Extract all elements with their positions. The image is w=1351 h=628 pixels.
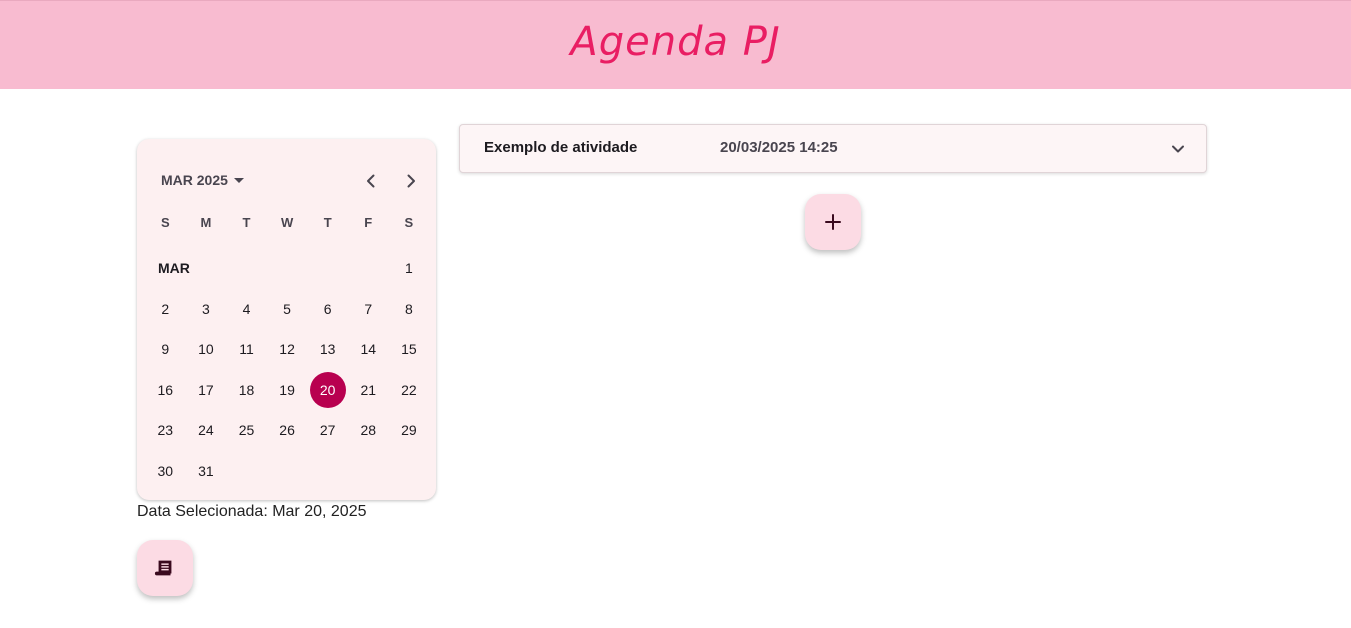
calendar-day-number: 28 bbox=[360, 422, 377, 439]
calendar-day-number: 5 bbox=[283, 300, 291, 317]
calendar-day-number: 31 bbox=[198, 462, 214, 479]
calendar-day-number: 26 bbox=[279, 422, 295, 439]
calendar-day-number: 29 bbox=[401, 422, 417, 439]
calendar-day-number: 16 bbox=[157, 381, 174, 398]
calendar-day-number: 11 bbox=[239, 341, 254, 358]
month-label: MAR bbox=[158, 260, 190, 277]
month-year-select[interactable]: MAR 2025 bbox=[161, 172, 244, 188]
previous-month-button[interactable] bbox=[357, 167, 385, 195]
calendar-day[interactable]: 21 bbox=[348, 370, 389, 411]
caret-down-icon bbox=[233, 177, 244, 183]
calendar-day-number: 12 bbox=[279, 341, 295, 358]
calendar-day-number: 2 bbox=[161, 300, 170, 317]
calendar-day-number: 21 bbox=[360, 381, 377, 398]
calendar-day-number: 1 bbox=[404, 260, 413, 277]
calendar-day[interactable]: 6 bbox=[307, 289, 348, 330]
calendar-day-number: 3 bbox=[201, 300, 210, 317]
calendar-day[interactable]: 12 bbox=[267, 329, 308, 370]
calendar-day-number: 27 bbox=[319, 422, 336, 439]
weekday-label: S bbox=[404, 215, 414, 230]
app-title: Agenda PJ bbox=[570, 19, 781, 65]
receipt-icon bbox=[154, 560, 172, 576]
calendar-day[interactable]: 23 bbox=[145, 410, 186, 451]
date-picker: MAR 2025 S M T W T F S MAR 1 2 3 4 5 6 7 8 9 10 11… bbox=[137, 139, 436, 500]
calendar-day[interactable]: 10 bbox=[186, 329, 227, 370]
calendar-day[interactable]: 31 bbox=[186, 451, 227, 492]
calendar-day[interactable]: 29 bbox=[389, 410, 430, 451]
calendar-day-number: 7 bbox=[364, 300, 373, 317]
calendar-day-number: 18 bbox=[238, 381, 255, 398]
activity-title: Exemplo de atividade bbox=[484, 139, 638, 156]
calendar-day[interactable]: 28 bbox=[348, 410, 389, 451]
calendar-day-number: 9 bbox=[161, 341, 170, 358]
calendar-day[interactable]: 14 bbox=[348, 329, 389, 370]
calendar-day[interactable]: 27 bbox=[307, 410, 348, 451]
calendar-day[interactable]: 19 bbox=[267, 370, 308, 411]
calendar-day[interactable]: 4 bbox=[226, 289, 267, 330]
selected-date-text: Data Selecionada: Mar 20, 2025 bbox=[137, 503, 367, 520]
report-button[interactable] bbox=[137, 540, 193, 596]
calendar-day[interactable]: 26 bbox=[267, 410, 308, 451]
calendar-day-number: 23 bbox=[157, 422, 174, 439]
weekday-label: T bbox=[242, 215, 251, 230]
calendar-day[interactable]: 24 bbox=[186, 410, 227, 451]
calendar-day[interactable]: 9 bbox=[145, 329, 186, 370]
weekday-label: T bbox=[323, 215, 332, 230]
calendar-day[interactable]: 8 bbox=[389, 289, 430, 330]
calendar-day-number: 22 bbox=[401, 381, 417, 398]
calendar-day[interactable]: 25 bbox=[226, 410, 267, 451]
calendar-day-number: 10 bbox=[198, 341, 214, 358]
day-grid: MAR 1 2 3 4 5 6 7 8 9 10 11 12 13 14 15 16 17 18 19 20 21 22 2… bbox=[145, 248, 429, 491]
calendar-day-number: 6 bbox=[323, 300, 332, 317]
calendar-day[interactable]: 13 bbox=[307, 329, 348, 370]
month-year-label: MAR 2025 bbox=[161, 172, 228, 188]
calendar-day-number: 17 bbox=[198, 381, 214, 398]
weekday-label: W bbox=[280, 215, 294, 230]
calendar-day[interactable]: 18 bbox=[226, 370, 267, 411]
chevron-down-icon[interactable] bbox=[1170, 141, 1186, 157]
calendar-day[interactable]: 16 bbox=[145, 370, 186, 411]
calendar-day[interactable]: 15 bbox=[389, 329, 430, 370]
calendar-day[interactable]: 22 bbox=[389, 370, 430, 411]
weekday-header: S M T W T F S bbox=[145, 213, 429, 233]
weekday-label: M bbox=[200, 215, 212, 230]
weekday-label: F bbox=[364, 215, 373, 230]
chevron-right-icon bbox=[407, 174, 415, 188]
chevron-left-icon bbox=[367, 174, 375, 188]
calendar-day[interactable]: 1 bbox=[389, 248, 430, 289]
weekday-label: S bbox=[160, 215, 170, 230]
calendar-day-number: 15 bbox=[401, 341, 417, 358]
calendar-day-number: 19 bbox=[279, 381, 295, 398]
calendar-day[interactable]: 30 bbox=[145, 451, 186, 492]
add-activity-button[interactable] bbox=[805, 194, 861, 250]
calendar-day-selected[interactable]: 20 bbox=[307, 370, 348, 411]
calendar-day[interactable]: 2 bbox=[145, 289, 186, 330]
calendar-day-number: 4 bbox=[242, 300, 251, 317]
calendar-day[interactable]: 3 bbox=[186, 289, 227, 330]
calendar-day-number: 30 bbox=[157, 462, 174, 479]
plus-icon bbox=[825, 214, 841, 230]
calendar-day-number: 8 bbox=[404, 300, 413, 317]
calendar-day-number: 24 bbox=[198, 422, 214, 439]
calendar-day-number: 20 bbox=[309, 371, 346, 408]
activity-panel[interactable]: Exemplo de atividade 20/03/2025 14:25 bbox=[459, 124, 1207, 173]
next-month-button[interactable] bbox=[397, 167, 425, 195]
calendar-day[interactable]: 5 bbox=[267, 289, 308, 330]
calendar-day[interactable]: 11 bbox=[226, 329, 267, 370]
calendar-day-number: 25 bbox=[238, 422, 255, 439]
calendar-day[interactable]: 17 bbox=[186, 370, 227, 411]
calendar-day-number: 14 bbox=[360, 341, 377, 358]
calendar-day[interactable]: 7 bbox=[348, 289, 389, 330]
calendar-day-number: 13 bbox=[319, 341, 336, 358]
app-header: Agenda PJ bbox=[0, 0, 1351, 89]
activity-datetime: 20/03/2025 14:25 bbox=[720, 139, 838, 156]
